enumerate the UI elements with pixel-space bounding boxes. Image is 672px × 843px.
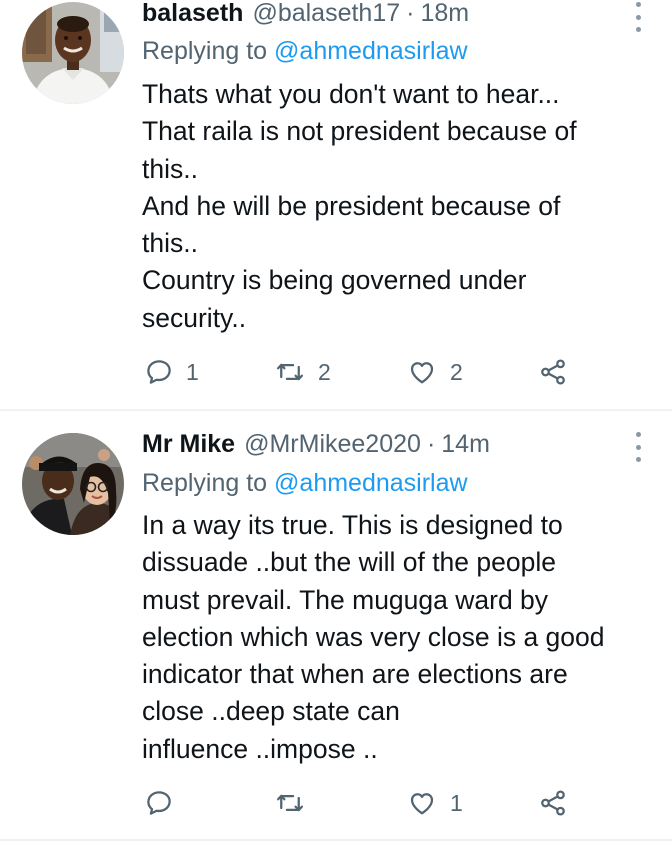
more-dot	[635, 444, 641, 450]
tweet-text-line: this..	[142, 153, 198, 184]
heart-icon	[410, 362, 434, 384]
more-vertical-icon[interactable]	[634, 2, 642, 32]
retweet-button[interactable]	[274, 783, 318, 823]
avatar[interactable]	[22, 2, 124, 104]
tweet-actions: 1 2 2	[140, 352, 580, 392]
tweet-header: balaseth @balaseth17 · 18m	[142, 0, 469, 30]
timestamp[interactable]: 14m	[441, 427, 490, 461]
reply-bubble-icon	[147, 791, 171, 815]
avatar-photo	[22, 2, 124, 104]
tweet-text-line: indicator that when are elections are	[142, 659, 568, 690]
replying-to: Replying to @ahmednasirlaw	[142, 466, 468, 500]
retweet-icon	[277, 363, 303, 381]
more-dot	[635, 457, 641, 462]
retweet-icon	[277, 794, 303, 812]
tweet-divider	[0, 839, 672, 841]
tweet-mr-mike[interactable]: Mr Mike @MrMikee2020 · 14m Replying to @…	[0, 411, 672, 839]
reply-bubble-icon	[147, 360, 171, 384]
share-button[interactable]	[538, 352, 568, 392]
avatar[interactable]	[22, 433, 124, 535]
replying-to-label: Replying to	[142, 37, 268, 65]
timestamp[interactable]: 18m	[420, 0, 469, 30]
tweet-text-line: this..	[142, 228, 198, 259]
more-dot	[635, 14, 641, 20]
more-dot	[635, 2, 641, 7]
replying-to-mention[interactable]: @ahmednasirlaw	[274, 37, 468, 65]
tweet-text: In a way its true. This is designed to d…	[142, 507, 652, 768]
share-icon	[541, 790, 565, 816]
like-count: 2	[450, 359, 463, 385]
tweet-text: Thats what you don't want to hear... Tha…	[142, 76, 652, 337]
reply-button[interactable]: 1	[144, 352, 199, 392]
tweet-actions: 1	[140, 783, 580, 823]
tweet-text-line: close ..deep state can	[142, 696, 400, 727]
tweet-text-line: election which was very close is a good	[142, 621, 605, 652]
tweet-text-line: must prevail. The muguga ward by	[142, 584, 549, 615]
more-dot	[635, 432, 641, 437]
tweet-text-line: influence ..impose ..	[142, 733, 378, 764]
tweet-text-line: dissuade ..but the will of the people	[142, 547, 556, 578]
more-vertical-icon[interactable]	[634, 432, 642, 462]
reply-count: 1	[186, 359, 199, 385]
share-button[interactable]	[538, 783, 568, 823]
retweet-count: 2	[318, 359, 331, 385]
like-button[interactable]: 2	[406, 352, 463, 392]
replying-to-mention[interactable]: @ahmednasirlaw	[274, 469, 468, 497]
tweet-text-line: Thats what you don't want to hear...	[142, 79, 560, 109]
display-name[interactable]: Mr Mike	[142, 427, 235, 461]
heart-icon	[410, 793, 434, 815]
display-name[interactable]: balaseth	[142, 0, 243, 30]
more-dot	[635, 27, 641, 32]
separator-dot: ·	[406, 0, 415, 27]
reply-button[interactable]	[144, 783, 186, 823]
tweet-text-line: And he will be president because of	[142, 190, 561, 221]
retweet-button[interactable]: 2	[274, 352, 331, 392]
separator-dot: ·	[426, 430, 436, 458]
replying-to: Replying to @ahmednasirlaw	[142, 34, 468, 68]
replying-to-label: Replying to	[142, 469, 268, 497]
like-count: 1	[450, 790, 463, 816]
share-icon	[541, 359, 565, 385]
like-button[interactable]: 1	[406, 783, 463, 823]
tweet-text-line: In a way its true. This is designed to	[142, 510, 563, 540]
tweet-header: Mr Mike @MrMikee2020 · 14m	[142, 427, 490, 461]
tweet-text-line: That raila is not president because of	[142, 116, 577, 147]
tweet-text-line: security..	[142, 302, 247, 333]
tweet-balaseth[interactable]: balaseth @balaseth17 · 18m Replying to @…	[0, 0, 672, 409]
user-handle[interactable]: @balaseth17	[252, 0, 400, 30]
avatar-photo	[22, 433, 124, 535]
user-handle[interactable]: @MrMikee2020	[244, 427, 421, 461]
tweet-text-line: Country is being governed under	[142, 265, 527, 296]
